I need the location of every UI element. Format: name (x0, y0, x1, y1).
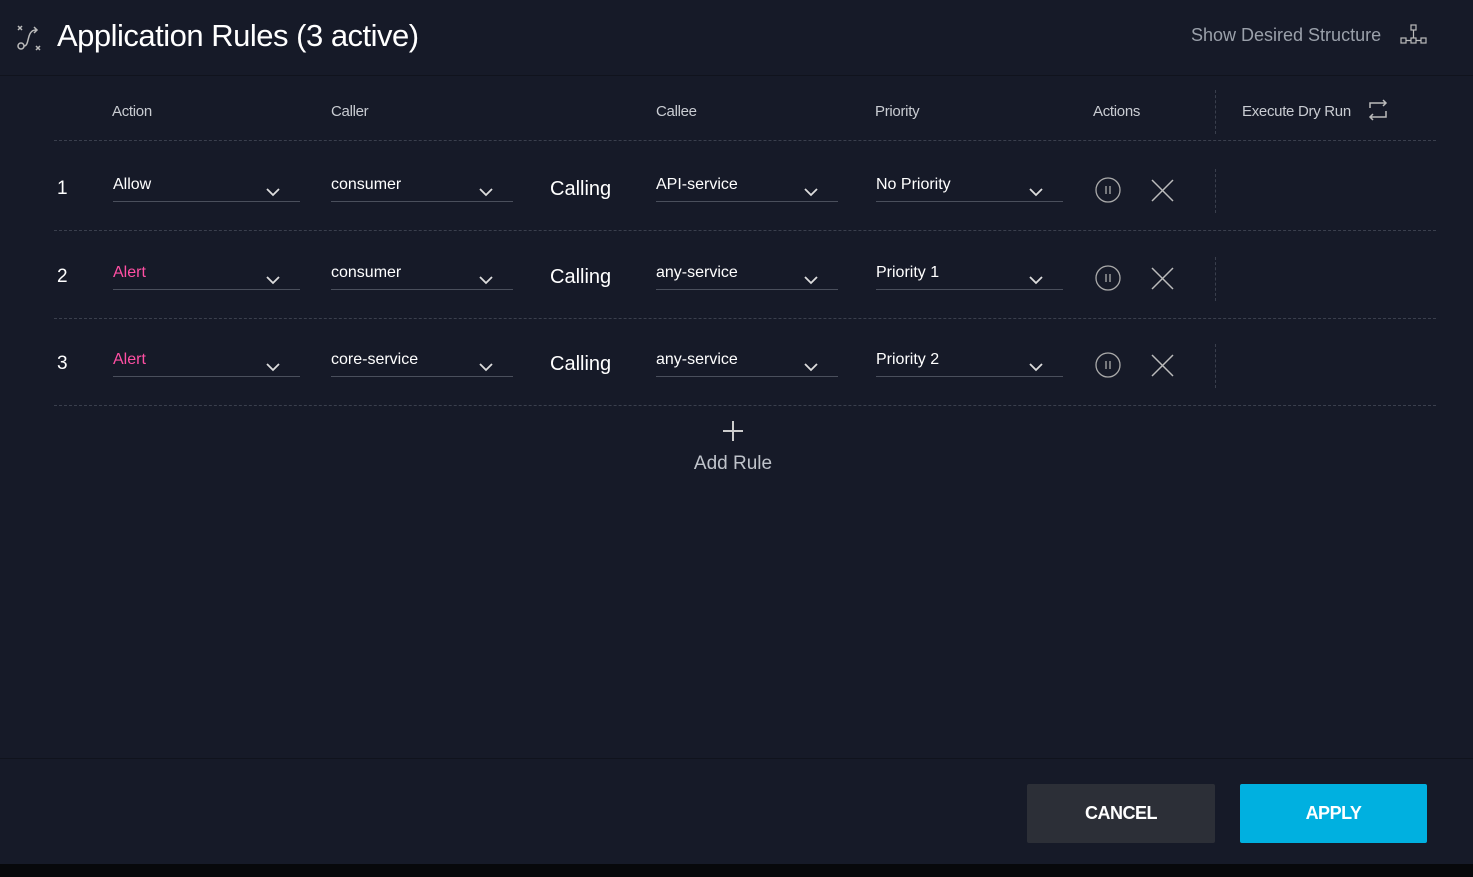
caller-select[interactable]: core-service (331, 347, 513, 377)
divider (54, 405, 1436, 406)
caller-select-value: core-service (331, 351, 419, 368)
divider (1215, 90, 1216, 134)
priority-select[interactable]: Priority 1 (876, 260, 1063, 290)
col-action: Action (112, 103, 152, 120)
apply-button[interactable]: APPLY (1240, 784, 1427, 843)
action-select[interactable]: Alert (113, 347, 300, 377)
col-actions: Actions (1093, 103, 1141, 120)
caller-select-value: consumer (331, 176, 402, 193)
pause-icon[interactable] (1095, 177, 1121, 203)
add-rule-label: Add Rule (693, 453, 773, 474)
col-caller: Caller (331, 103, 369, 120)
callee-select-value: any-service (656, 351, 738, 368)
action-select-value: Allow (113, 176, 152, 193)
background-page (0, 864, 1473, 877)
callee-select[interactable]: any-service (656, 260, 838, 290)
plus-icon (723, 421, 743, 441)
rule-number: 2 (57, 265, 68, 287)
dry-run-icon[interactable] (1367, 98, 1389, 122)
routing-rules-icon (17, 25, 41, 51)
action-select-value: Alert (113, 351, 146, 368)
pause-icon[interactable] (1095, 264, 1121, 291)
col-callee: Callee (656, 103, 697, 120)
divider (54, 230, 1436, 231)
action-select[interactable]: Alert (113, 260, 300, 290)
col-priority: Priority (875, 103, 920, 120)
add-rule-button[interactable]: Add Rule (683, 420, 783, 475)
calling-label: Calling (550, 353, 612, 375)
callee-select-value: any-service (656, 263, 738, 281)
divider (1215, 256, 1216, 301)
show-desired-structure-link[interactable]: Show Desired Structure (1191, 25, 1381, 46)
delete-rule-icon[interactable] (1151, 266, 1174, 290)
cancel-button[interactable]: CANCEL (1027, 784, 1215, 843)
calling-label: Calling (550, 178, 612, 200)
priority-select-value: Priority 1 (876, 263, 940, 281)
pause-icon[interactable] (1095, 352, 1121, 378)
priority-select[interactable]: No Priority (876, 172, 1063, 202)
action-select[interactable]: Allow (113, 172, 300, 202)
header: Application Rules (3 active) Show Desire… (0, 0, 1473, 76)
calling-label: Calling (550, 265, 612, 288)
execute-dry-run-button[interactable]: Execute Dry Run (1242, 103, 1351, 120)
action-select-value: Alert (113, 263, 146, 281)
priority-select[interactable]: Priority 2 (876, 347, 1063, 377)
divider (1215, 169, 1216, 213)
callee-select-value: API-service (656, 176, 738, 193)
divider (54, 140, 1436, 141)
page-title: Application Rules (3 active) (57, 18, 419, 53)
caller-select[interactable]: consumer (331, 260, 513, 290)
delete-rule-icon[interactable] (1151, 179, 1174, 202)
delete-rule-icon[interactable] (1151, 354, 1174, 377)
caller-select[interactable]: consumer (331, 172, 513, 202)
rule-number: 1 (57, 178, 68, 199)
rule-number: 3 (57, 353, 68, 374)
divider (54, 317, 1436, 319)
caller-select-value: consumer (331, 263, 402, 281)
priority-select-value: Priority 2 (876, 351, 940, 368)
callee-select[interactable]: any-service (656, 347, 838, 377)
divider (1215, 344, 1216, 388)
priority-select-value: No Priority (876, 176, 951, 193)
structure-icon[interactable] (1400, 24, 1428, 46)
callee-select[interactable]: API-service (656, 172, 838, 202)
